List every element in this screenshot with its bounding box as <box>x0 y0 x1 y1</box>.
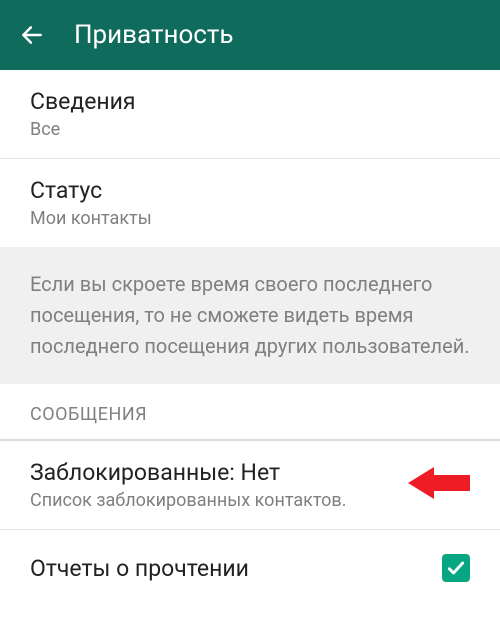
page-title: Приватность <box>74 20 234 50</box>
info-notice: Если вы скроете время своего последнего … <box>0 247 500 384</box>
back-arrow-icon <box>19 22 45 48</box>
setting-about-subtitle: Все <box>30 119 470 140</box>
setting-status-subtitle: Мои контакты <box>30 208 470 229</box>
setting-status-title: Статус <box>30 177 470 204</box>
annotation-arrow <box>408 464 470 506</box>
setting-blocked[interactable]: Заблокированные: Нет Список заблокирован… <box>0 441 500 530</box>
back-button[interactable] <box>18 21 46 49</box>
setting-read-receipts[interactable]: Отчеты о прочтении <box>0 530 500 600</box>
setting-status[interactable]: Статус Мои контакты <box>0 159 500 247</box>
red-arrow-left-icon <box>408 464 470 502</box>
setting-about[interactable]: Сведения Все <box>0 70 500 159</box>
read-receipts-checkbox[interactable] <box>442 554 470 582</box>
setting-read-receipts-title: Отчеты о прочтении <box>30 555 249 582</box>
setting-about-title: Сведения <box>30 88 470 115</box>
header-bar: Приватность <box>0 0 500 70</box>
section-header-messages: СООБЩЕНИЯ <box>0 384 500 441</box>
check-icon <box>446 558 466 578</box>
setting-blocked-subtitle: Список заблокированных контактов. <box>30 490 470 511</box>
setting-blocked-title: Заблокированные: Нет <box>30 459 470 486</box>
